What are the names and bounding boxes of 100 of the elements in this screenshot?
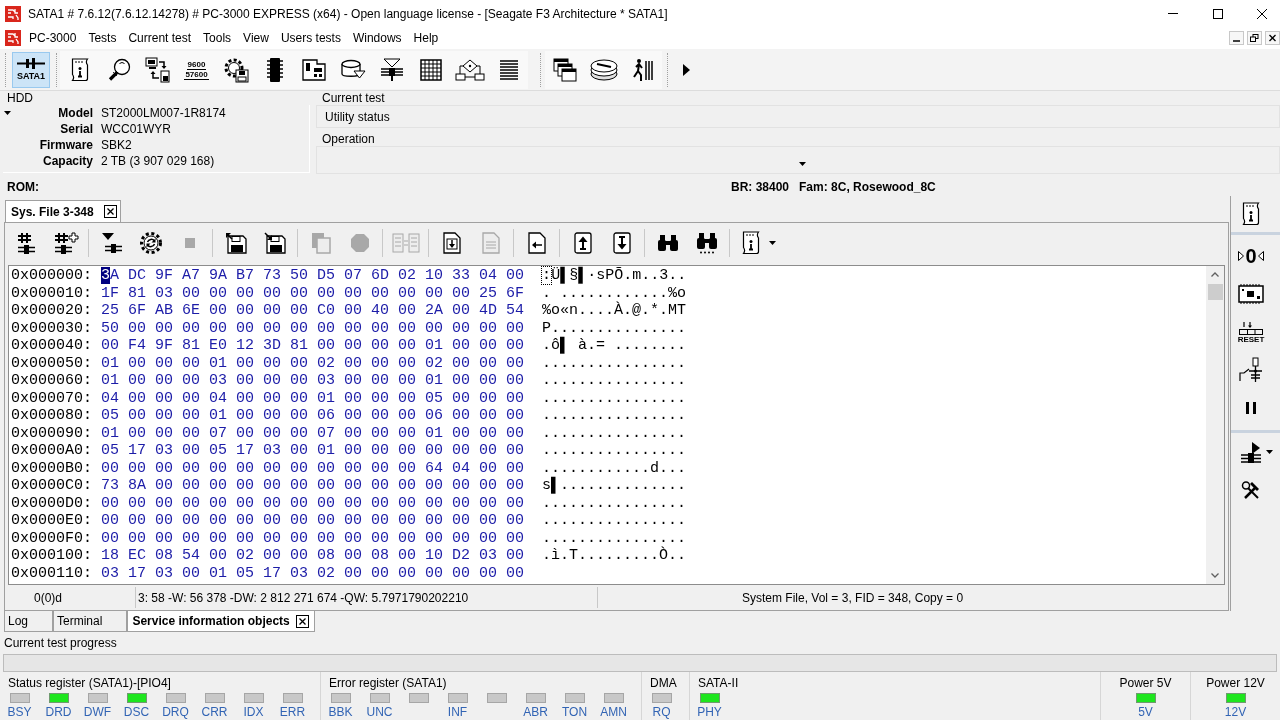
grid-icon[interactable] — [419, 58, 442, 81]
gear-floppy-icon[interactable] — [222, 56, 249, 83]
menu-item[interactable]: Windows — [346, 29, 408, 47]
window-title: SATA1 # 7.6.12(7.6.12.14278) # PC-3000 EXPRESS (x64) - Open language license - [Seagate F3 Architecture * SATA1] — [28, 5, 668, 23]
hex-bytes[interactable]: 50 00 00 00 00 00 00 00 00 00 00 00 00 00 00 00 — [101, 319, 525, 337]
zero-button[interactable]: 0 — [1238, 246, 1264, 266]
scroll-icon[interactable] — [1241, 202, 1261, 226]
close-icon[interactable] — [104, 205, 117, 218]
document-tab[interactable]: Sys. File 3-348 — [5, 200, 121, 222]
tab[interactable]: Log — [4, 611, 54, 632]
register-title: Status register (SATA1)-[PIO4] — [8, 676, 171, 690]
hex-bytes[interactable]: 00 00 00 00 00 00 00 00 00 00 00 00 00 00 00 00 — [101, 529, 525, 547]
magnifier-icon[interactable] — [106, 57, 131, 82]
hex-bytes[interactable]: 00 00 00 00 00 00 00 00 00 00 00 00 00 00 00 00 — [101, 494, 525, 512]
indicator-label: INF — [447, 705, 468, 719]
hex-offset: 0x0000F0: — [11, 529, 92, 547]
baud-rate-text: BR: 38400 — [731, 179, 790, 196]
baud-rate-button[interactable]: 9600 57600 — [184, 59, 209, 80]
vertical-scrollbar[interactable] — [1206, 266, 1224, 584]
walking-figure-icon[interactable] — [631, 57, 654, 82]
binoculars-icon[interactable] — [656, 234, 679, 252]
chip-icon[interactable] — [265, 56, 284, 83]
scroll-icon[interactable] — [740, 231, 761, 255]
minimize-icon[interactable] — [1167, 13, 1178, 14]
caret-up-icon[interactable] — [1211, 272, 1219, 277]
hex-bytes[interactable]: 04 00 00 00 04 00 00 00 01 00 00 00 05 00 00 00 — [101, 389, 525, 407]
indicator-label: CRR — [201, 705, 228, 719]
scrollbar-thumb[interactable] — [1207, 284, 1223, 300]
close-icon[interactable] — [1256, 8, 1267, 19]
hex-bytes[interactable]: 00 00 00 00 00 00 00 00 00 00 00 00 00 00 00 00 — [101, 512, 525, 530]
triangle-lines-icon[interactable] — [100, 232, 123, 254]
arrow-up-icon[interactable] — [573, 232, 592, 254]
maximize-icon[interactable] — [1212, 8, 1223, 19]
caret-down-icon[interactable] — [768, 241, 776, 245]
hex-bytes[interactable]: 01 00 00 00 07 00 00 00 07 00 00 00 01 00 00 00 — [101, 424, 525, 442]
triangle-left-icon — [1257, 251, 1264, 261]
circuit-board-icon[interactable] — [1238, 283, 1264, 305]
triangle-right-icon — [1238, 251, 1245, 261]
platters-icon[interactable] — [588, 57, 619, 82]
caret-down-icon[interactable] — [799, 162, 806, 166]
menu-item[interactable]: View — [237, 29, 275, 47]
document-arrow-icon[interactable] — [442, 232, 461, 254]
lines-icon[interactable] — [498, 58, 519, 81]
hash-plus-icon[interactable] — [52, 232, 79, 254]
indicator-label: BSY — [7, 705, 32, 719]
binoculars-icon[interactable] — [695, 232, 718, 254]
indicator-label: DWF — [83, 705, 112, 719]
close-icon[interactable] — [295, 614, 309, 628]
hex-bytes[interactable]: 00 00 00 00 00 00 00 00 00 00 00 00 64 04 00 00 — [101, 459, 525, 477]
values-text: 3: 58 -W: 56 378 -DW: 2 812 271 674 -QW: 5.7971790202210 — [138, 589, 469, 607]
hex-bytes[interactable]: 03 17 03 00 01 05 17 03 02 00 00 00 00 00 00 00 — [101, 564, 525, 582]
cylinder-arrow-icon[interactable] — [339, 58, 366, 81]
register-title: Power 12V — [1206, 676, 1265, 690]
menu-item[interactable]: Help — [407, 29, 445, 47]
arrow-down-icon[interactable] — [612, 232, 631, 254]
hex-bytes[interactable]: 05 00 00 00 01 00 00 00 06 00 00 00 06 00 00 00 — [101, 407, 525, 425]
connector-icon — [17, 58, 45, 69]
hex-bytes[interactable]: 01 00 00 00 03 00 00 00 03 00 00 00 01 00 00 00 — [101, 372, 525, 390]
indicator-label: UNC — [366, 705, 393, 719]
port-button[interactable]: SATA1 — [12, 51, 50, 88]
menu-item[interactable]: Tools — [197, 29, 238, 47]
menu-item[interactable]: Tests — [82, 29, 123, 47]
flowchart-icon[interactable] — [454, 58, 485, 81]
hex-bytes[interactable]: 73 8A 00 00 00 00 00 00 00 00 00 00 00 00 00 00 — [101, 477, 525, 495]
hash-lines-icon[interactable] — [16, 232, 37, 254]
menu-item[interactable]: Current test — [122, 29, 198, 47]
scroll-icon[interactable] — [69, 57, 90, 82]
funnel-lines-icon[interactable] — [379, 57, 404, 82]
hex-offset: 0x0000D0: — [11, 494, 92, 512]
menu-item[interactable]: Users tests — [274, 29, 347, 47]
caret-down-icon[interactable] — [1266, 450, 1273, 454]
tab[interactable]: Service information objects — [127, 611, 315, 632]
hex-bytes[interactable]: 18 EC 08 54 00 02 00 00 08 00 08 00 10 D2 03 00 — [101, 547, 525, 565]
ascii-text: ................ — [542, 389, 687, 407]
hex-bytes[interactable]: 00 F4 9F 81 E0 12 3D 81 00 00 00 00 01 00 00 00 — [101, 337, 525, 355]
caret-down-icon[interactable] — [4, 111, 11, 115]
ascii-text: .ô▌ à.= ........ — [542, 337, 687, 355]
tools-icon[interactable] — [1241, 480, 1261, 500]
hex-bytes[interactable]: 05 17 03 00 05 17 03 00 01 00 00 00 00 00 00 00 — [101, 442, 525, 460]
hex-bytes[interactable]: 25 6F AB 6E 00 00 00 00 C0 00 40 00 2A 00 4D 54 — [101, 302, 525, 320]
windows-stack-icon[interactable] — [552, 57, 577, 82]
triangle-lines-icon[interactable] — [1240, 441, 1262, 463]
pause-icon[interactable] — [1246, 402, 1256, 414]
app-logo-icon[interactable] — [5, 30, 21, 46]
document-arrow-icon[interactable] — [527, 232, 546, 254]
circuit-switch-icon[interactable] — [1239, 357, 1263, 383]
tab[interactable]: Terminal — [53, 611, 128, 632]
indicator-label: AMN — [600, 705, 627, 719]
reset-button[interactable]: RESET — [1237, 320, 1265, 344]
computer-transfer-icon[interactable] — [144, 56, 171, 83]
hex-bytes[interactable]: 01 00 00 00 01 00 00 00 02 00 00 00 02 00 00 00 — [101, 354, 525, 372]
circuit-board-icon[interactable] — [301, 57, 326, 82]
position-text: 0(0)d — [34, 589, 62, 607]
register-title: Error register (SATA1) — [329, 676, 447, 690]
hex-bytes[interactable]: 1F 81 03 00 00 00 00 00 00 00 00 00 00 00 25 6F — [101, 284, 525, 302]
menu-item[interactable]: PC-3000 — [23, 29, 83, 47]
restore-icon[interactable] — [1247, 31, 1262, 45]
play-icon[interactable] — [683, 63, 690, 76]
gear-arrows-icon[interactable] — [138, 231, 163, 255]
hex-offset: 0x000030: — [11, 319, 92, 337]
